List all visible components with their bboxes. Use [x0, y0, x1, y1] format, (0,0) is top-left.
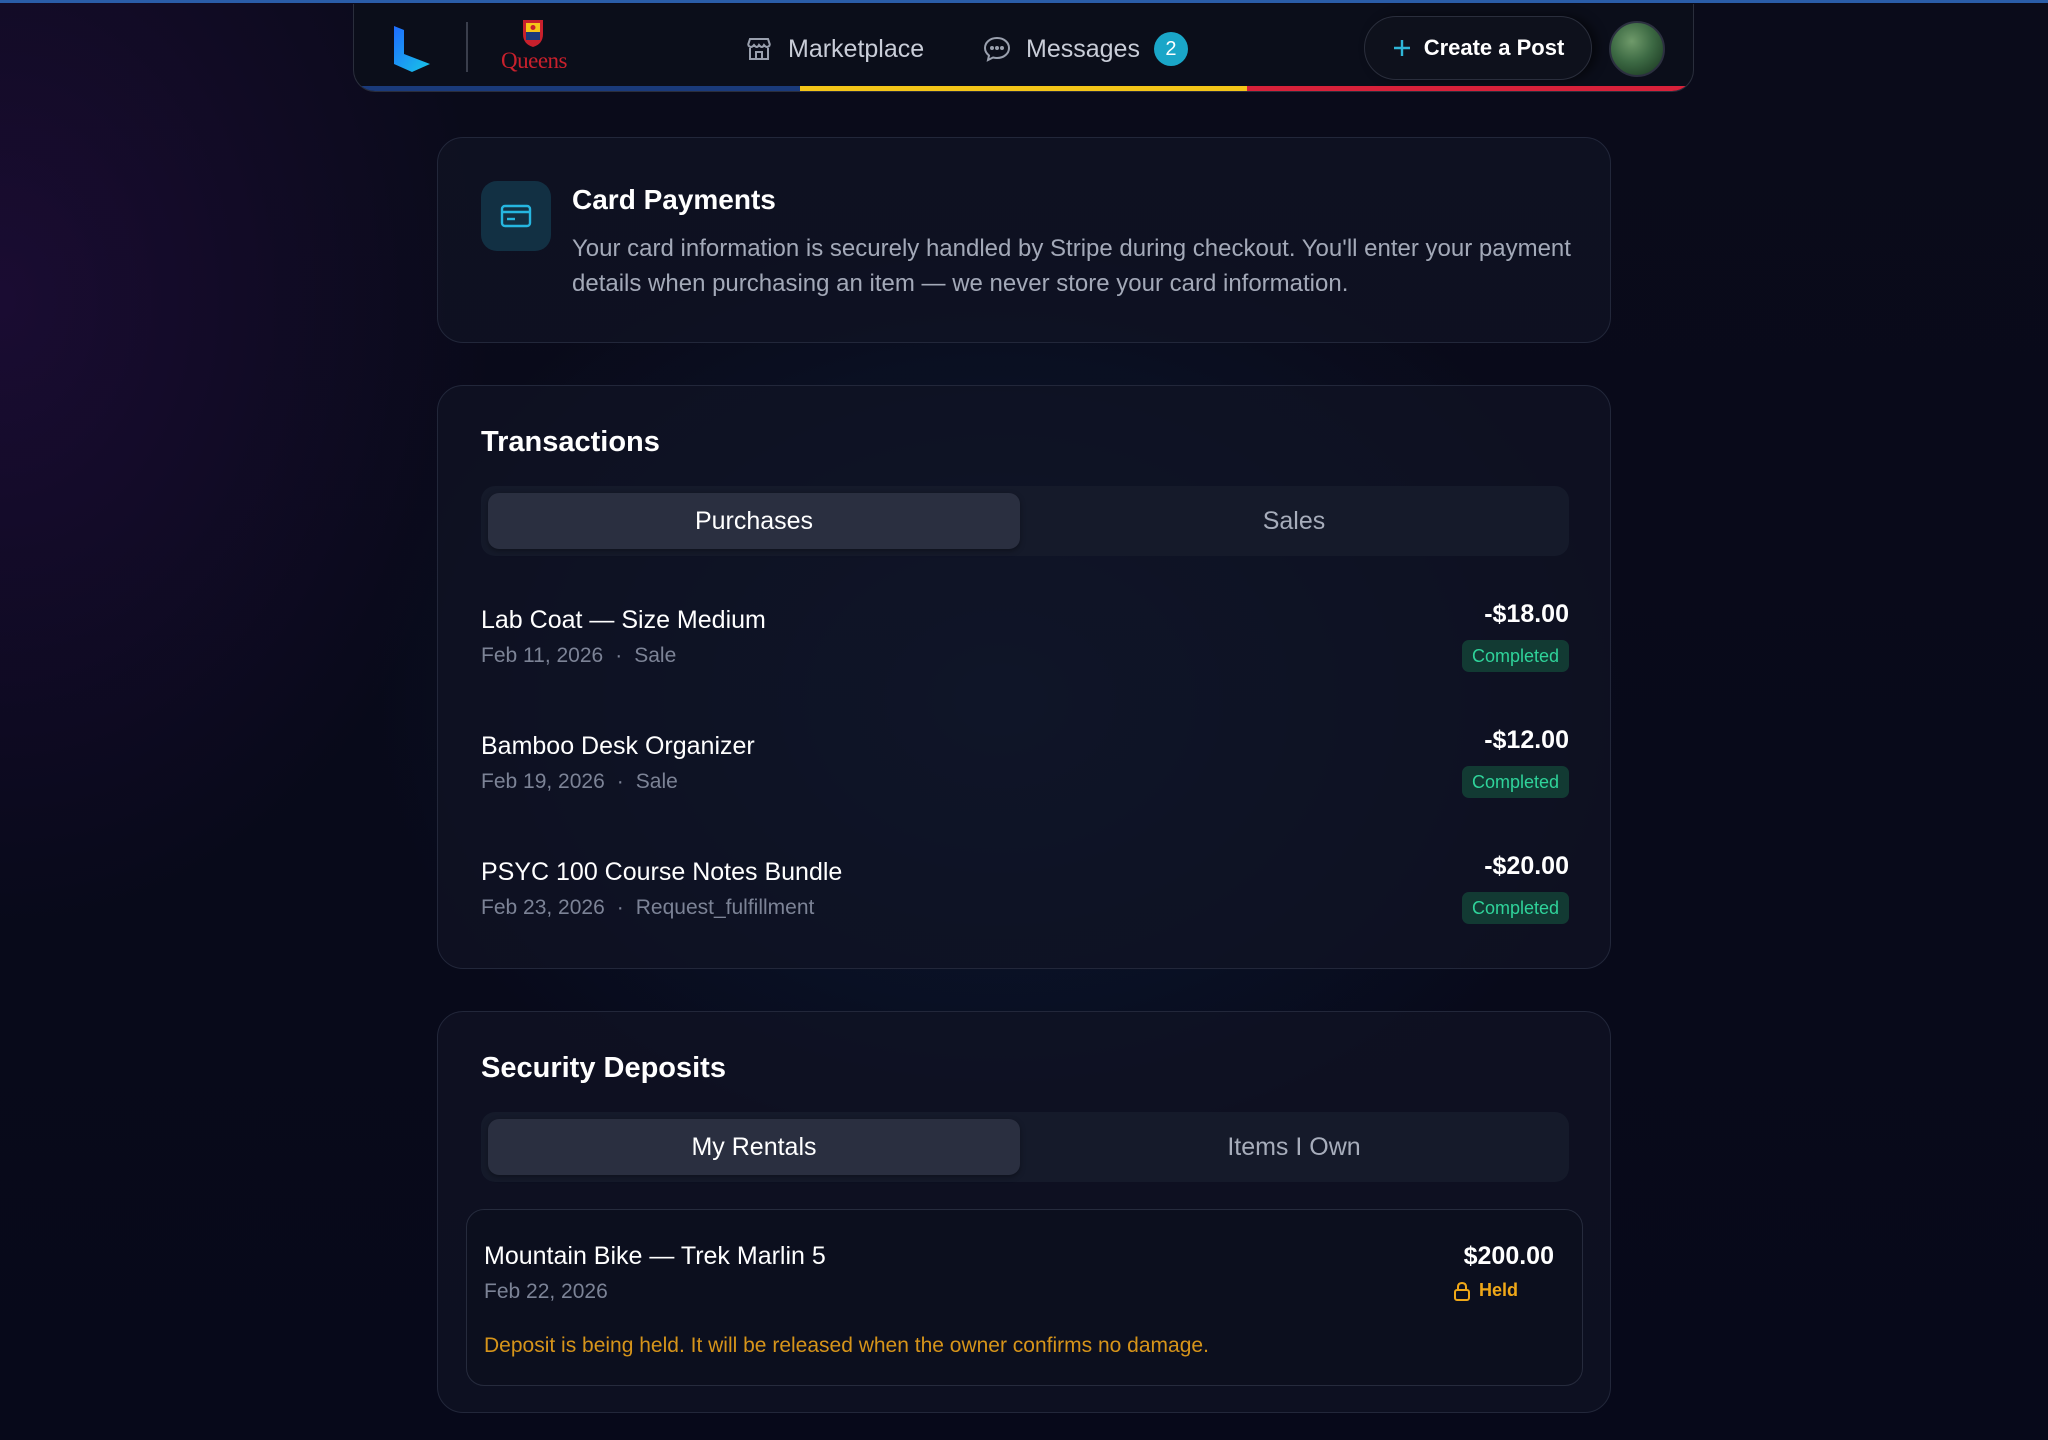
- top-nav: Queens Marketplace Messages 2 Create a P…: [353, 4, 1694, 92]
- tab-purchases[interactable]: Purchases: [488, 493, 1020, 549]
- tab-my-rentals[interactable]: My Rentals: [488, 1119, 1020, 1175]
- deposit-status-badge: Held: [1453, 1280, 1518, 1301]
- unread-count-badge: 2: [1153, 32, 1188, 66]
- tab-sales[interactable]: Sales: [1028, 493, 1560, 549]
- chat-bubble-icon: [983, 36, 1011, 62]
- user-avatar[interactable]: [1609, 21, 1665, 77]
- nav-messages-label: Messages: [1026, 34, 1140, 63]
- deposit-note: Deposit is being held. It will be releas…: [484, 1334, 1209, 1357]
- plus-icon: [1393, 40, 1410, 56]
- storefront-icon: [747, 38, 771, 60]
- tab-items-i-own[interactable]: Items I Own: [1028, 1119, 1560, 1175]
- deposit-date: Feb 22, 2026: [484, 1280, 608, 1303]
- status-badge: Completed: [1461, 766, 1569, 798]
- transaction-date: Feb 23, 2026: [481, 896, 605, 919]
- nav-divider: [466, 22, 468, 72]
- meta-separator: ·: [616, 770, 624, 793]
- top-accent-line: [0, 0, 2048, 3]
- status-badge: Completed: [1461, 892, 1569, 924]
- credit-card-icon: [481, 181, 551, 251]
- transaction-amount: -$12.00: [1484, 726, 1569, 754]
- transaction-type: Request_fulfillment: [635, 896, 815, 919]
- app-logo-icon[interactable]: [392, 24, 432, 72]
- lock-icon: [1453, 1281, 1470, 1301]
- transaction-date: Feb 11, 2026: [481, 644, 604, 667]
- status-badge: Completed: [1461, 640, 1569, 672]
- create-post-label: Create a Post: [1423, 35, 1565, 60]
- transaction-amount: -$18.00: [1484, 600, 1569, 628]
- transactions-title: Transactions: [481, 426, 660, 458]
- deposits-tabs: My Rentals Items I Own: [481, 1112, 1569, 1182]
- transaction-meta: Feb 19, 2026 · Sale: [481, 770, 678, 794]
- transaction-meta: Feb 11, 2026 · Sale: [481, 644, 676, 668]
- transaction-amount: -$20.00: [1484, 852, 1569, 880]
- stripe-segment-blue: [354, 86, 801, 91]
- security-deposits-panel: Security Deposits My Rentals Items I Own…: [437, 1011, 1611, 1413]
- university-crest[interactable]: Queens: [494, 18, 574, 76]
- transaction-name: Bamboo Desk Organizer: [481, 732, 755, 760]
- stripe-segment-gold: [800, 86, 1247, 91]
- transaction-row[interactable]: PSYC 100 Course Notes Bundle Feb 23, 202…: [481, 852, 1569, 938]
- security-deposits-title: Security Deposits: [481, 1052, 726, 1084]
- transaction-name: Lab Coat — Size Medium: [481, 606, 766, 634]
- transactions-tabs: Purchases Sales: [481, 486, 1569, 556]
- transaction-row[interactable]: Lab Coat — Size Medium Feb 11, 2026 · Sale…: [481, 600, 1569, 686]
- card-payments-panel: Card Payments Your card information is s…: [437, 137, 1611, 343]
- transaction-row[interactable]: Bamboo Desk Organizer Feb 19, 2026 · Sale …: [481, 726, 1569, 812]
- deposit-status-label: Held: [1478, 1280, 1518, 1300]
- transaction-date: Feb 19, 2026: [481, 770, 605, 793]
- crest-shield-icon: [523, 20, 543, 47]
- nav-messages[interactable]: Messages 2: [982, 30, 1188, 68]
- nav-marketplace[interactable]: Marketplace: [744, 30, 924, 68]
- transaction-meta: Feb 23, 2026 · Request_fulfillment: [481, 896, 814, 920]
- meta-separator: ·: [615, 644, 623, 667]
- card-payments-description: Your card information is securely handle…: [572, 235, 1571, 297]
- meta-separator: ·: [616, 896, 624, 919]
- transaction-type: Sale: [634, 644, 677, 667]
- stripe-segment-red: [1246, 86, 1693, 91]
- create-post-button[interactable]: Create a Post: [1364, 16, 1592, 80]
- nav-color-stripe: [354, 86, 1693, 91]
- deposit-item-name: Mountain Bike — Trek Marlin 5: [484, 1242, 826, 1270]
- transactions-panel: Transactions Purchases Sales Lab Coat — …: [437, 385, 1611, 969]
- deposit-card[interactable]: Mountain Bike — Trek Marlin 5 Feb 22, 20…: [466, 1209, 1583, 1386]
- transaction-name: PSYC 100 Course Notes Bundle: [481, 858, 843, 886]
- nav-marketplace-label: Marketplace: [788, 34, 925, 63]
- crest-wordmark: Queens: [501, 48, 567, 73]
- deposit-amount: $200.00: [1463, 1242, 1554, 1270]
- card-payments-title: Card Payments: [572, 184, 776, 215]
- transaction-type: Sale: [635, 770, 678, 793]
